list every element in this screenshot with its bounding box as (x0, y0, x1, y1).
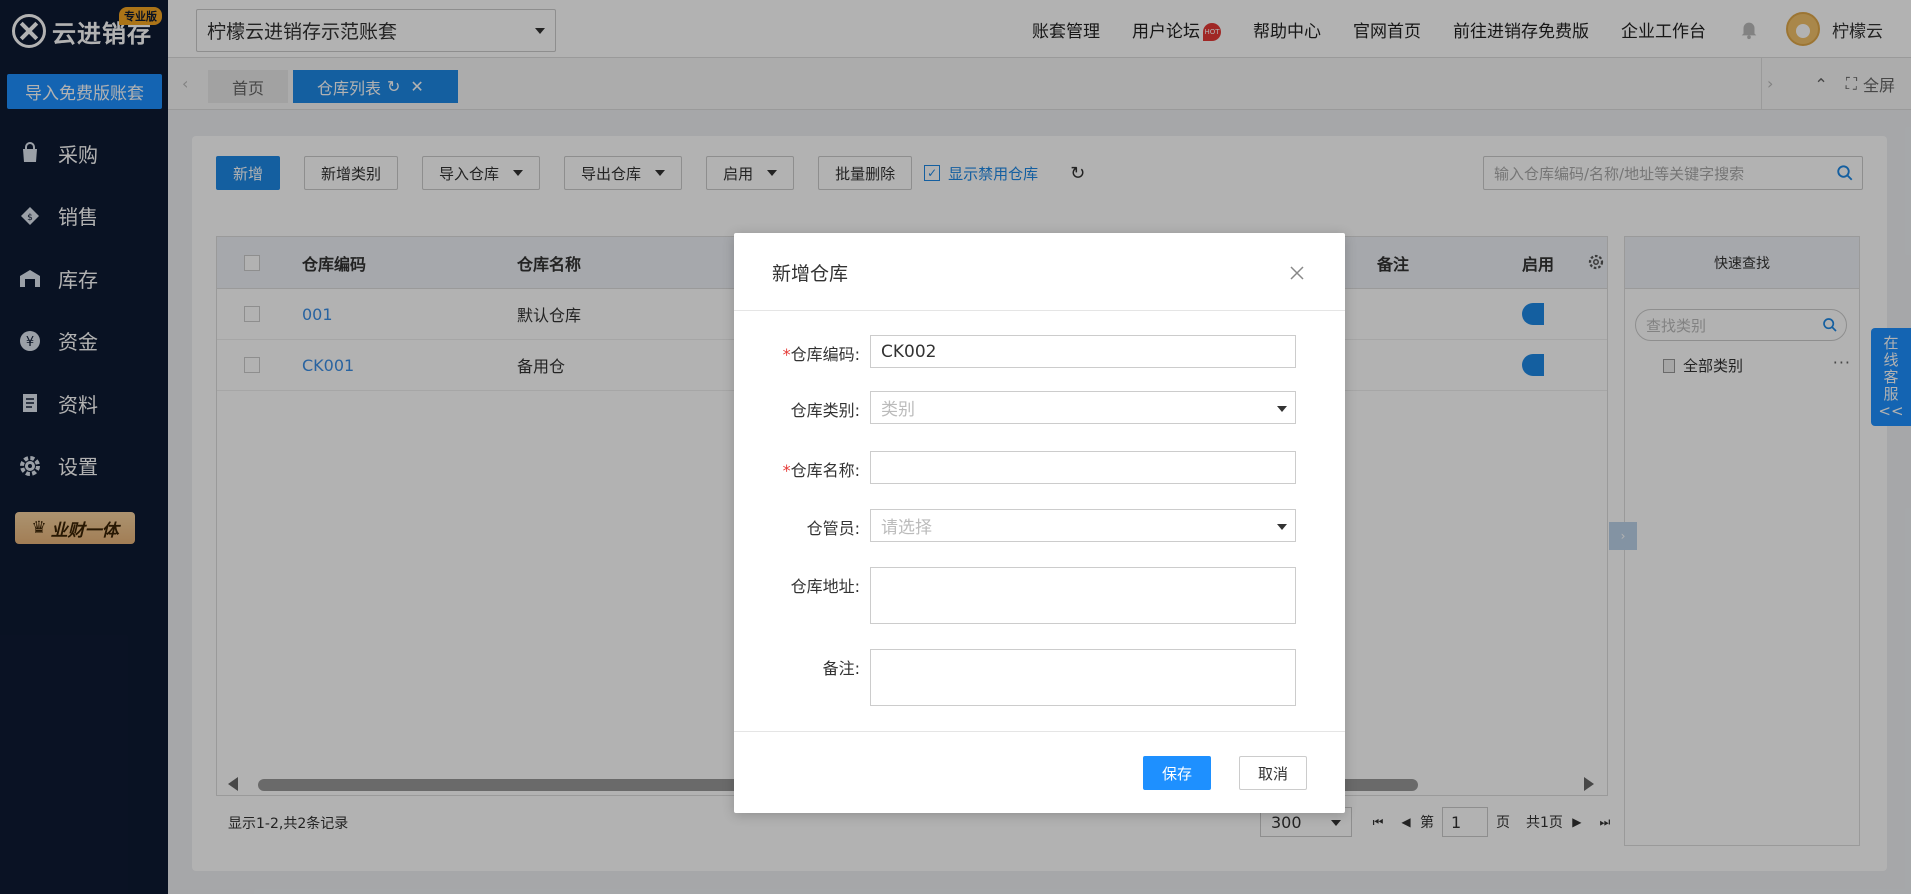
close-icon[interactable] (1289, 265, 1305, 281)
label-text: 仓库编码: (790, 345, 860, 364)
field-label-address: 仓库地址: (790, 577, 860, 596)
field-label-keeper: 仓管员: (806, 519, 860, 538)
form-row-category: 仓库类别: 类别 (734, 391, 1345, 424)
warehouse-name-input[interactable] (870, 451, 1296, 484)
field-label-remark: 备注: (822, 659, 860, 678)
warehouse-keeper-select[interactable]: 请选择 (870, 509, 1296, 542)
chevron-down-icon (1277, 406, 1287, 412)
field-label-name: *仓库名称: (734, 451, 870, 484)
select-placeholder: 类别 (881, 400, 915, 420)
dialog-title: 新增仓库 (772, 263, 849, 285)
cancel-button[interactable]: 取消 (1239, 756, 1307, 790)
form-row-keeper: 仓管员: 请选择 (734, 509, 1345, 542)
label-text: 仓库名称: (790, 461, 860, 480)
warehouse-category-select[interactable]: 类别 (870, 391, 1296, 424)
form-row-code: *仓库编码: CK002 (734, 335, 1345, 368)
save-button[interactable]: 保存 (1143, 756, 1211, 790)
dialog-footer: 保存 取消 (734, 731, 1345, 813)
required-mark: * (782, 345, 791, 364)
field-label-code: *仓库编码: (734, 335, 870, 368)
form-row-address: 仓库地址: (734, 567, 1345, 624)
remark-textarea[interactable] (870, 649, 1296, 706)
add-warehouse-dialog: 新增仓库 *仓库编码: CK002 仓库类别: 类别 *仓库名称: 仓管员: 请… (734, 233, 1345, 813)
required-mark: * (782, 461, 791, 480)
select-placeholder: 请选择 (881, 518, 932, 538)
chevron-down-icon (1277, 524, 1287, 530)
warehouse-code-input[interactable]: CK002 (870, 335, 1296, 368)
dialog-header: 新增仓库 (734, 233, 1345, 311)
field-label-category: 仓库类别: (790, 401, 860, 420)
form-row-remark: 备注: (734, 649, 1345, 706)
warehouse-address-textarea[interactable] (870, 567, 1296, 624)
input-value: CK002 (881, 341, 937, 362)
form-row-name: *仓库名称: (734, 451, 1345, 484)
